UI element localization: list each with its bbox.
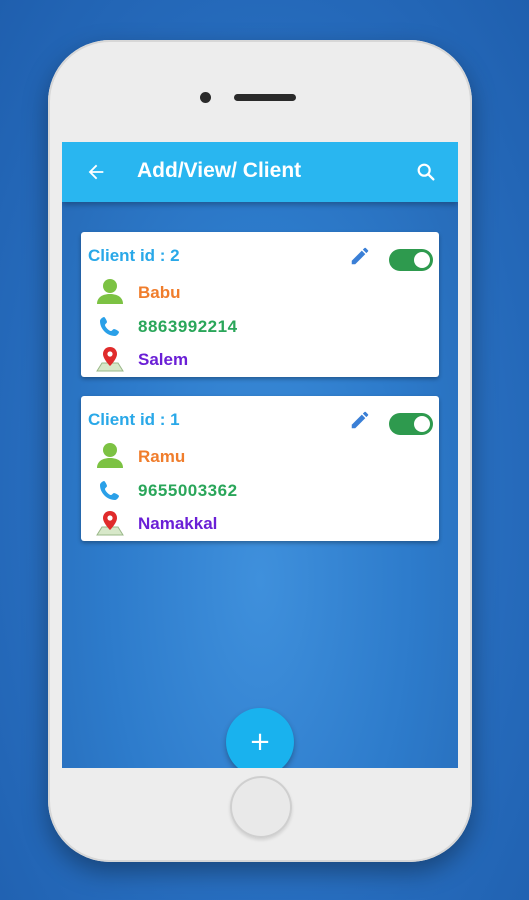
page-title: Add/View/ Client	[137, 159, 302, 182]
arrow-left-icon	[88, 164, 104, 180]
client-location: Salem	[138, 350, 189, 369]
client-name: Babu	[138, 283, 181, 302]
client-card[interactable]: Client id : 2 Babu 8863992214 Salem	[81, 232, 439, 377]
active-toggle[interactable]	[389, 413, 433, 435]
speaker-slot	[234, 94, 296, 101]
map-pin-icon	[96, 511, 124, 536]
pencil-icon	[351, 411, 369, 429]
active-toggle[interactable]	[389, 249, 433, 271]
home-button[interactable]	[230, 776, 292, 838]
toggle-knob	[414, 252, 430, 268]
user-icon	[97, 279, 123, 304]
client-name: Ramu	[138, 447, 186, 466]
add-client-button[interactable]: +	[226, 708, 294, 768]
edit-button[interactable]	[349, 409, 371, 431]
back-button[interactable]	[82, 158, 110, 186]
plus-icon: +	[249, 727, 271, 757]
phone-icon	[100, 317, 119, 336]
toggle-knob	[414, 416, 430, 432]
client-phone: 9655003362	[138, 481, 238, 500]
search-button[interactable]	[412, 158, 440, 186]
client-id: Client id : 2	[88, 246, 180, 265]
camera-dot	[200, 92, 211, 103]
map-pin-icon	[96, 347, 124, 372]
pencil-icon	[351, 247, 369, 265]
search-icon	[417, 163, 435, 181]
client-phone: 8863992214	[138, 317, 238, 336]
edit-button[interactable]	[349, 245, 371, 267]
user-icon	[97, 443, 123, 468]
client-id: Client id : 1	[88, 410, 180, 429]
phone-frame: Add/View/ Client Client id : 2 Babu 8863…	[48, 40, 472, 862]
client-location: Namakkal	[138, 514, 218, 533]
app-bar: Add/View/ Client	[62, 142, 458, 202]
phone-icon	[100, 481, 119, 500]
app-screen: Add/View/ Client Client id : 2 Babu 8863…	[62, 142, 458, 768]
client-card[interactable]: Client id : 1 Ramu 9655003362 Namakkal	[81, 396, 439, 541]
